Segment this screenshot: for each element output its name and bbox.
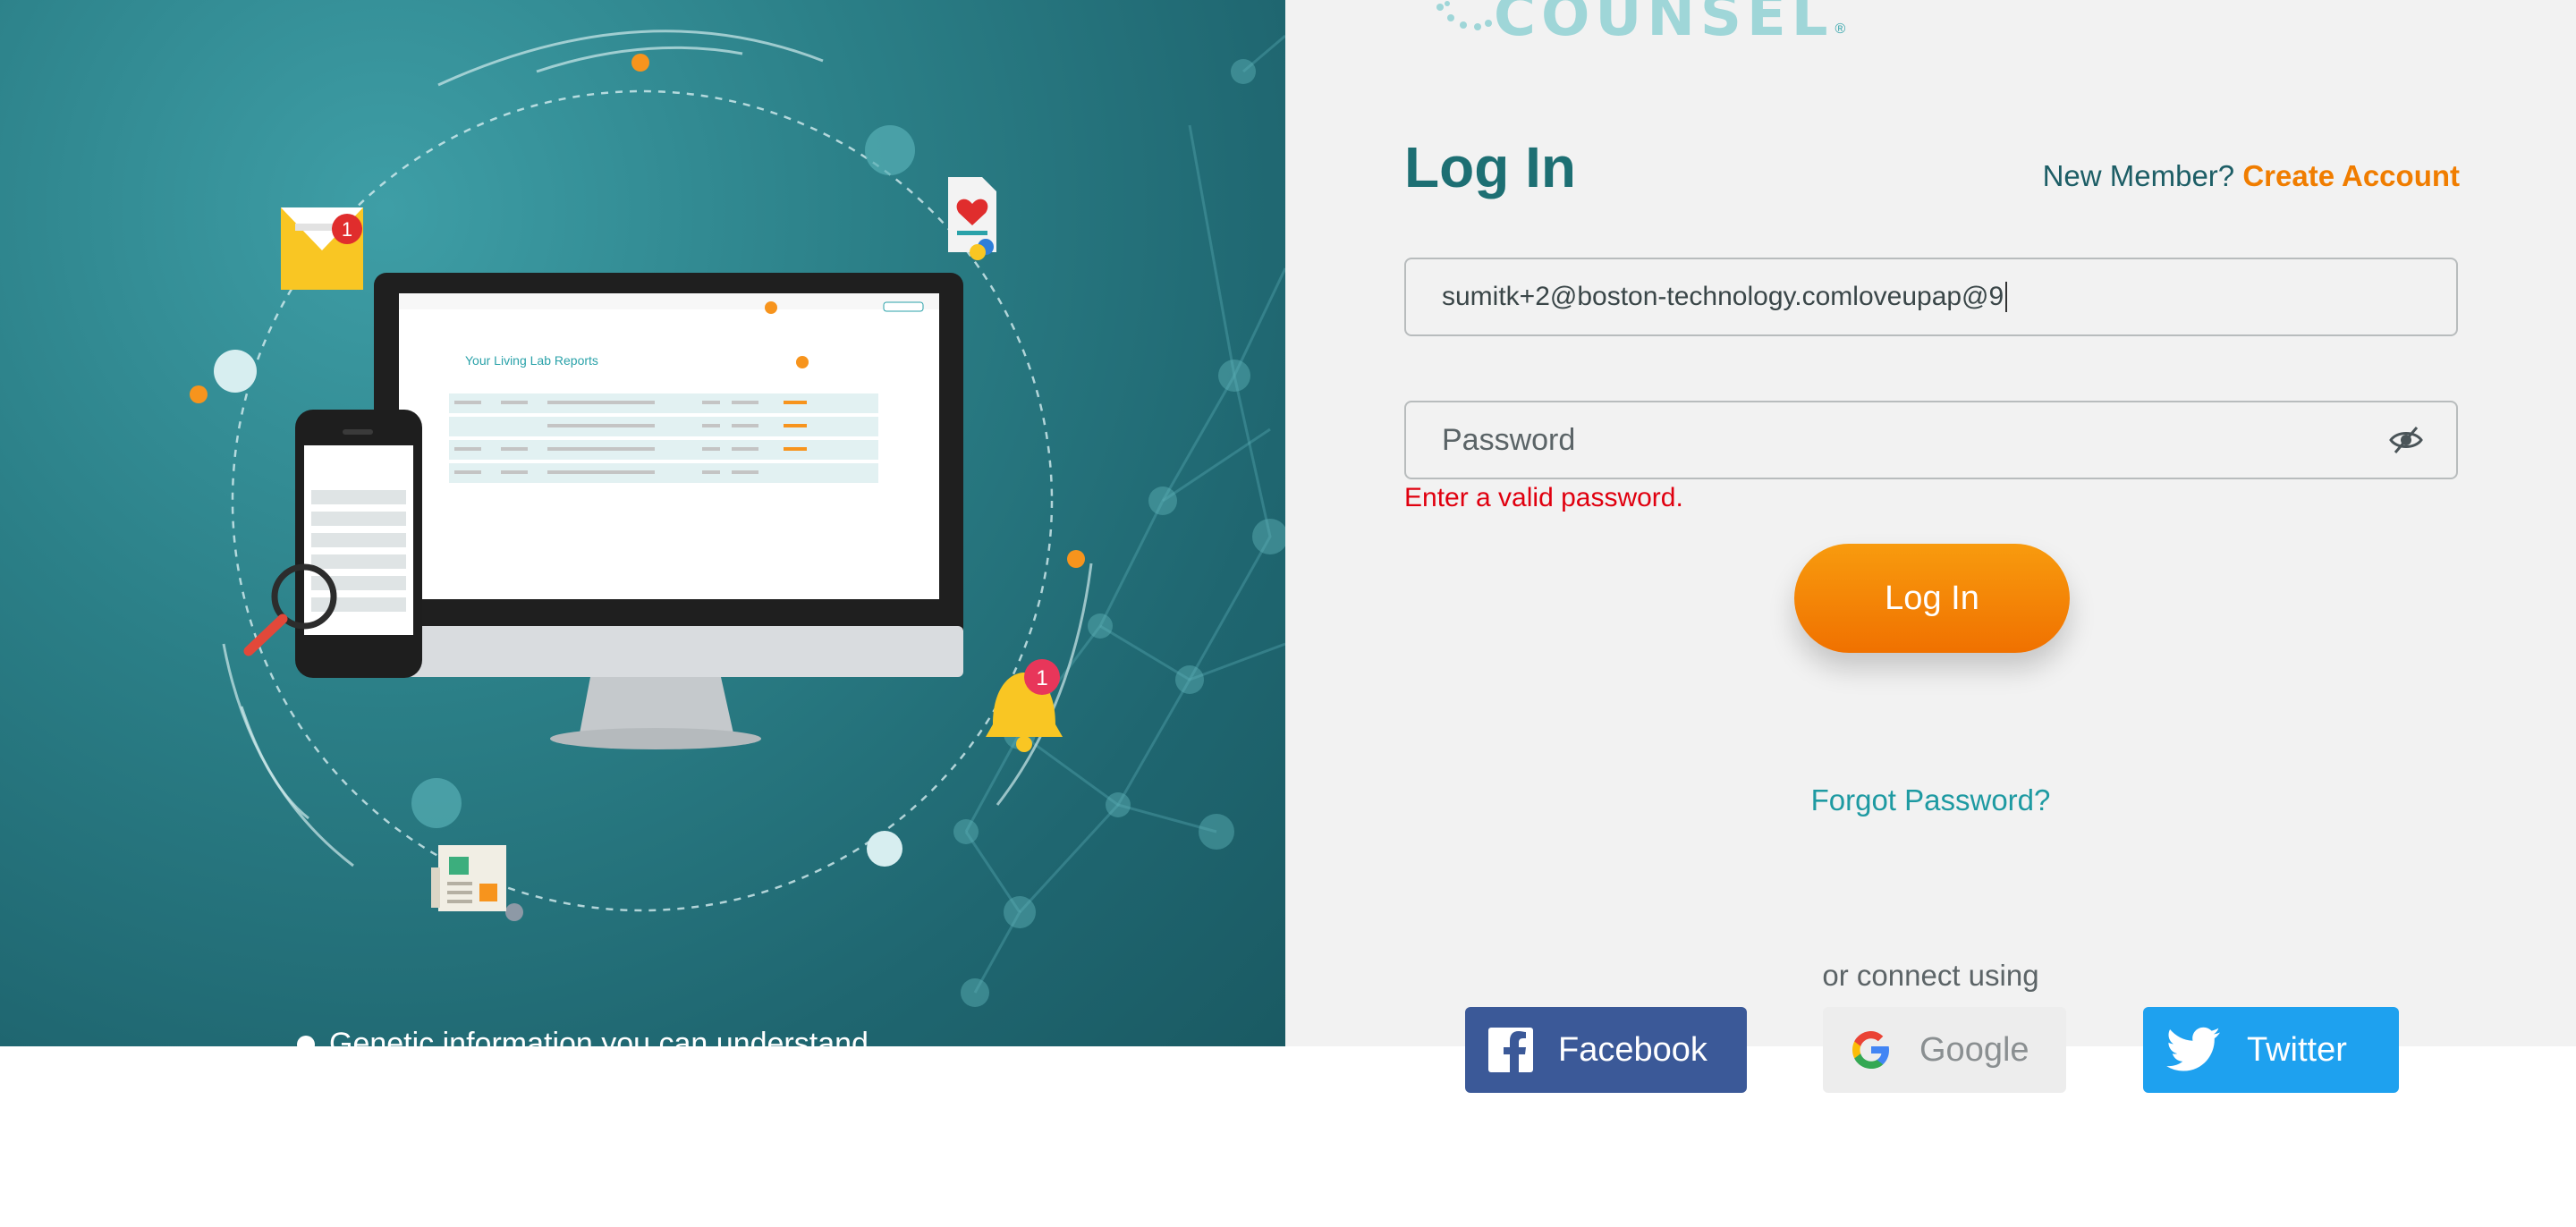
forgot-password-link[interactable]: Forgot Password?: [1285, 783, 2576, 817]
text-caret: [2005, 282, 2008, 312]
facebook-icon: [1488, 1028, 1533, 1072]
password-field[interactable]: Password: [1404, 401, 2458, 479]
phone-illustration: [295, 410, 422, 678]
facebook-button[interactable]: Facebook: [1465, 1007, 1747, 1093]
new-member-prompt: New Member? Create Account: [2043, 159, 2460, 193]
hero-caption-text: Genetic information you can understand: [329, 1027, 869, 1046]
new-member-text: New Member?: [2042, 159, 2235, 192]
hero-panel: Your Living Lab Reports 1 1 Genetic info…: [0, 0, 1285, 1046]
brand-logo: COUNSEL ®: [1431, 0, 1845, 50]
password-error: Enter a valid password.: [1404, 483, 1683, 512]
or-connect-text: or connect using: [1822, 959, 2039, 992]
twitter-label: Twitter: [2247, 1030, 2347, 1069]
page-title: Log In: [1404, 135, 1576, 199]
google-label: Google: [1919, 1030, 2029, 1069]
envelope-icon: 1: [281, 207, 363, 290]
screen-report-title: Your Living Lab Reports: [465, 353, 598, 368]
bell-badge: 1: [1036, 666, 1047, 690]
logo-mark-icon: [1436, 1, 1492, 30]
twitter-icon: [2166, 1027, 2220, 1071]
logo-text: COUNSEL: [1494, 0, 1834, 49]
monitor-illustration: Your Living Lab Reports: [374, 273, 963, 749]
login-button[interactable]: Log In: [1794, 544, 2070, 653]
twitter-button[interactable]: Twitter: [2143, 1007, 2399, 1093]
hero-illustration: Your Living Lab Reports 1 1: [190, 30, 1285, 1007]
hero-caption: Genetic information you can understand: [297, 1027, 869, 1046]
email-field[interactable]: sumitk+2@boston-technology.comloveupap@9: [1404, 258, 2458, 336]
bell-icon: 1: [986, 659, 1063, 752]
google-button[interactable]: Google: [1823, 1007, 2066, 1093]
logo-registered-mark: ®: [1835, 21, 1846, 37]
newspaper-icon: [431, 845, 506, 911]
envelope-badge: 1: [342, 218, 352, 241]
create-account-link[interactable]: Create Account: [2242, 159, 2460, 192]
facebook-label: Facebook: [1558, 1030, 1707, 1069]
document-icon: [948, 177, 996, 260]
password-placeholder: Password: [1442, 422, 1576, 457]
eye-slash-icon[interactable]: [2388, 424, 2424, 464]
google-icon: [1852, 1031, 1889, 1069]
email-value: sumitk+2@boston-technology.comloveupap@9: [1442, 282, 2004, 311]
bullet-dot: [297, 1035, 315, 1046]
